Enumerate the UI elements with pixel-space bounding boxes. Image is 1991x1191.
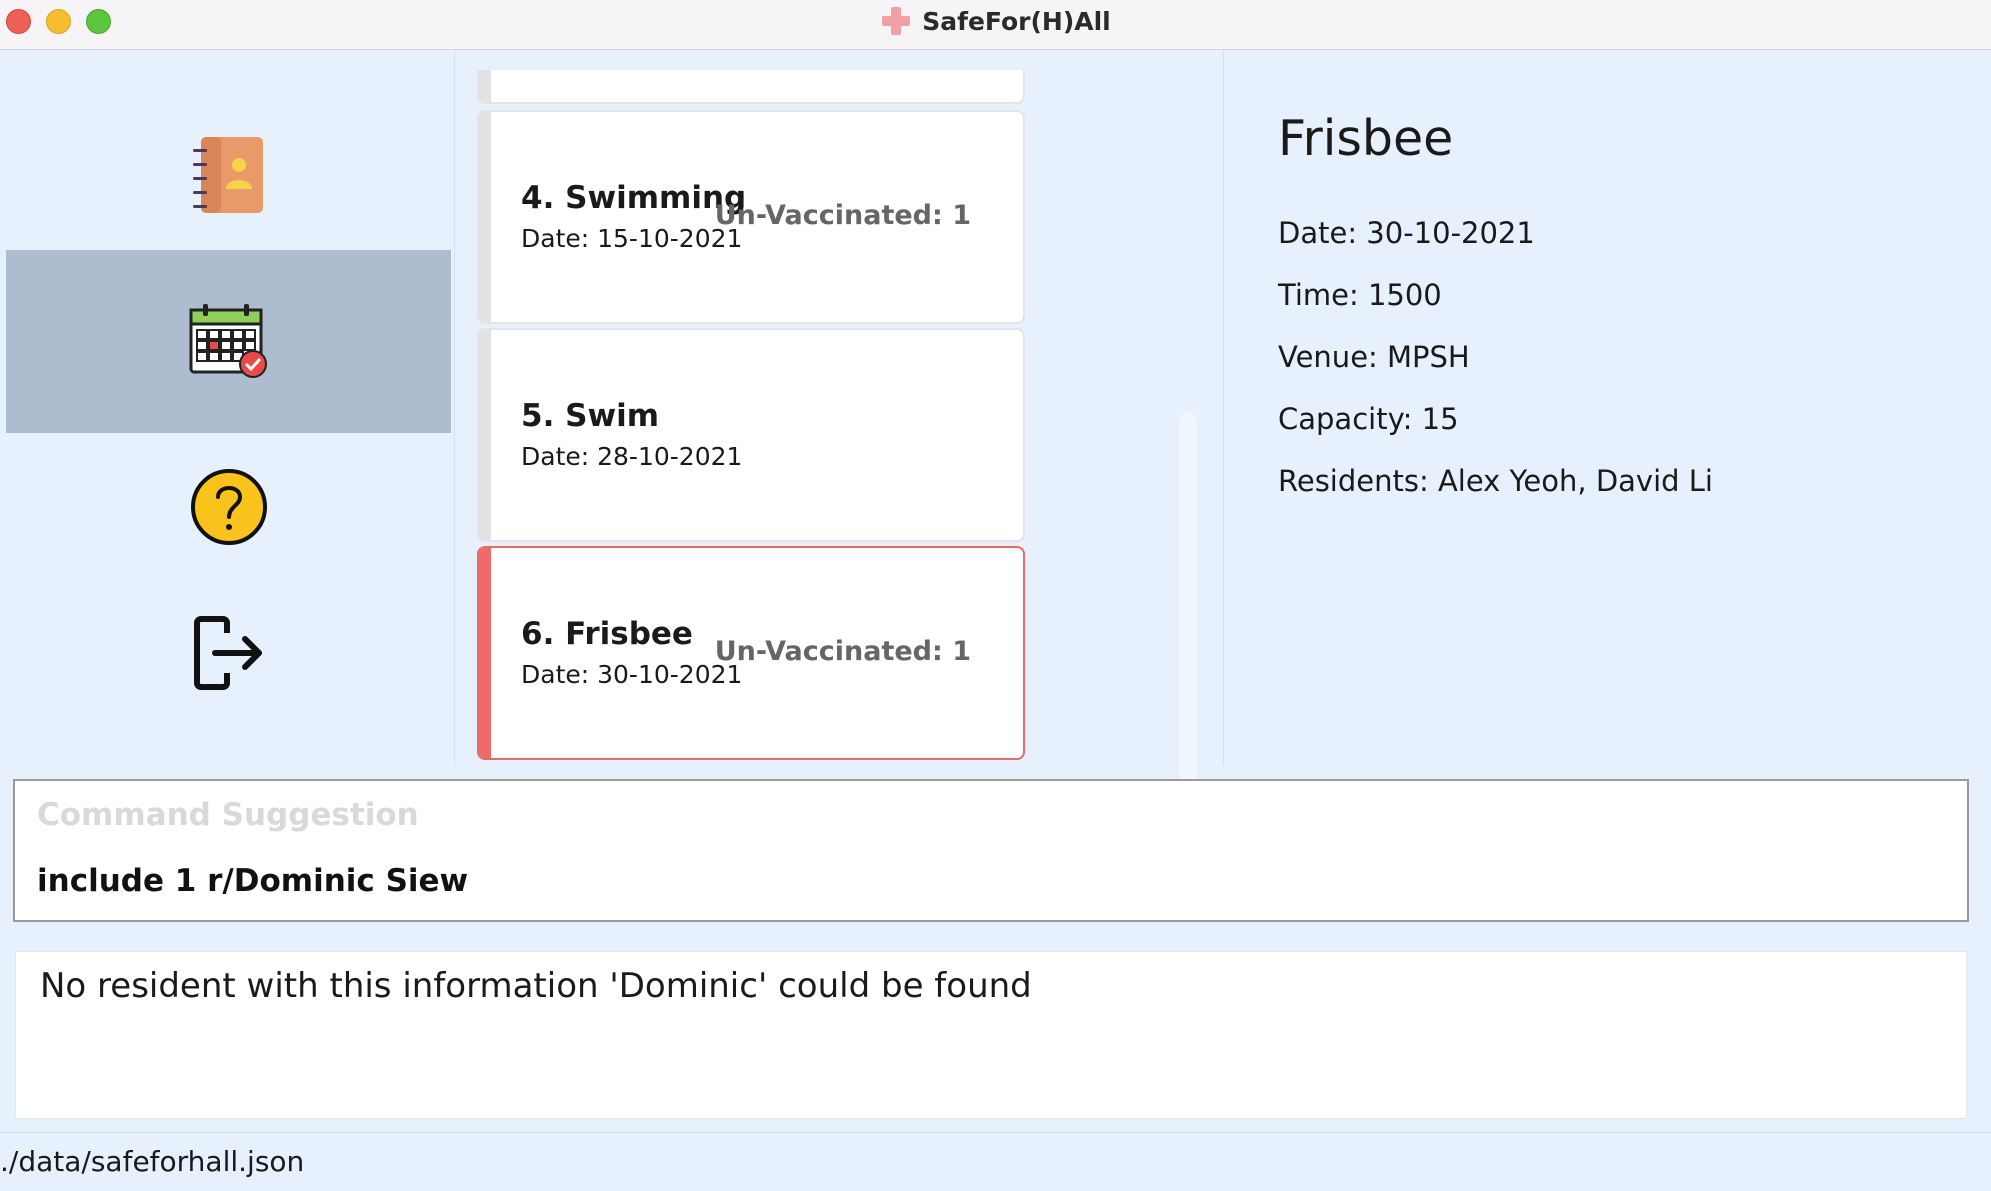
status-bar: ./data/safeforhall.json xyxy=(0,1132,1991,1191)
window-title: SafeFor(H)All xyxy=(922,6,1111,36)
event-details-panel: Frisbee Date: 30-10-2021 Time: 1500 Venu… xyxy=(1224,50,1991,766)
event-card[interactable]: 4. Swimming Date: 15-10-2021 Un-Vaccinat… xyxy=(477,110,1025,324)
result-message: No resident with this information 'Domin… xyxy=(40,966,1032,1006)
exit-icon xyxy=(193,615,262,690)
event-card-selected[interactable]: 6. Frisbee Date: 30-10-2021 Un-Vaccinate… xyxy=(477,546,1025,760)
command-box[interactable]: Command Suggestion xyxy=(13,779,1969,922)
event-list-scrollbar[interactable] xyxy=(1179,412,1197,788)
command-input[interactable] xyxy=(37,863,1937,899)
command-suggestion-placeholder: Command Suggestion xyxy=(37,797,419,833)
sidebar-item-events[interactable] xyxy=(6,250,451,433)
event-detail-date: Date: 30-10-2021 xyxy=(1278,216,1535,250)
unvaccinated-count-label: Un-Vaccinated: 1 xyxy=(714,200,971,231)
address-book-icon xyxy=(192,137,263,213)
event-detail-residents: Residents: Alex Yeoh, David Li xyxy=(1278,464,1713,498)
event-detail-time: Time: 1500 xyxy=(1278,278,1442,312)
event-name: 6. Frisbee xyxy=(521,616,693,652)
question-mark-icon xyxy=(190,469,267,545)
event-date: Date: 15-10-2021 xyxy=(521,224,743,253)
event-date: Date: 30-10-2021 xyxy=(521,660,743,689)
event-name: 5. Swim xyxy=(521,398,660,434)
event-list: 4. Swimming Date: 15-10-2021 Un-Vaccinat… xyxy=(477,70,1025,766)
result-display: No resident with this information 'Domin… xyxy=(15,951,1967,1119)
data-file-path: ./data/safeforhall.json xyxy=(0,1145,305,1178)
sidebar-item-exit[interactable] xyxy=(6,580,451,725)
event-card[interactable]: 5. Swim Date: 28-10-2021 xyxy=(477,328,1025,542)
window-title-group: SafeFor(H)All xyxy=(0,0,1991,42)
event-detail-title: Frisbee xyxy=(1278,110,1454,167)
event-list-panel: 4. Swimming Date: 15-10-2021 Un-Vaccinat… xyxy=(454,50,1224,788)
event-name: 4. Swimming xyxy=(521,180,747,216)
sidebar-item-residents[interactable] xyxy=(6,100,451,250)
unvaccinated-count-label: Un-Vaccinated: 1 xyxy=(714,636,971,667)
sidebar-item-help[interactable] xyxy=(6,442,451,572)
calendar-check-icon xyxy=(189,303,267,378)
event-detail-capacity: Capacity: 15 xyxy=(1278,402,1459,436)
event-card-partial[interactable] xyxy=(477,70,1025,104)
red-cross-icon xyxy=(882,7,911,35)
event-date: Date: 28-10-2021 xyxy=(521,442,743,471)
sidebar xyxy=(0,50,454,766)
title-bar: SafeFor(H)All xyxy=(0,0,1991,50)
event-detail-venue: Venue: MPSH xyxy=(1278,340,1470,374)
